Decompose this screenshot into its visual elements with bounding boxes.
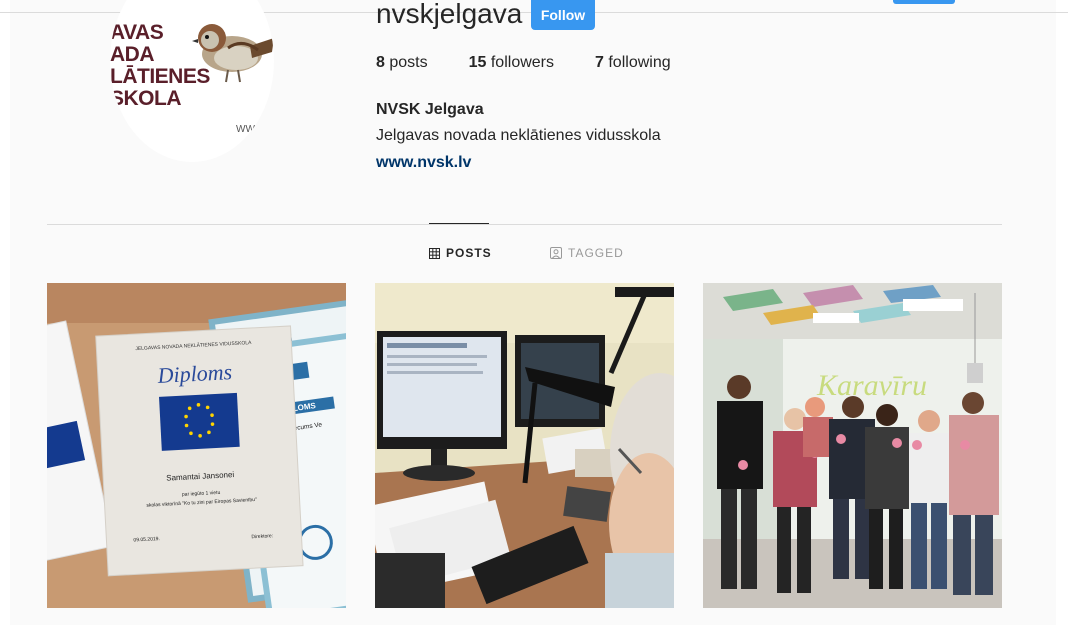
post-image-group: Karavīru [703,283,1002,608]
tab-posts-label: POSTS [446,246,492,260]
following-count[interactable]: 7 following [595,54,671,72]
profile-website-link[interactable]: www.nvsk.lv [376,154,471,172]
post-thumbnail[interactable]: DIPLOMS Megijai Vecums Ve ioms JELGAVAS … [47,283,346,608]
profile-stats: 8 posts 15 followers 7 following [376,54,712,72]
posts-count-label: posts [389,54,428,71]
profile-full-name: NVSK Jelgava [376,101,484,118]
main-diploma-signer: Direktore: [251,533,273,540]
nav-action-button[interactable] [893,0,955,4]
tab-tagged[interactable]: TAGGED [550,246,624,260]
followers-count-label: followers [490,54,554,71]
post-image-diplomas: DIPLOMS Megijai Vecums Ve ioms JELGAVAS … [47,283,346,608]
avatar-text-line: SKOLA [110,87,182,110]
post-image-office [375,283,674,608]
tab-posts[interactable]: POSTS [429,246,492,260]
post-sign-text: Karavīru [816,369,927,402]
grid-icon [429,247,440,259]
follow-button[interactable]: Follow [531,0,595,30]
posts-count-value: 8 [376,54,385,71]
main-diploma-title: Diploms [156,359,233,388]
following-count-value: 7 [595,54,604,71]
active-tab-indicator [429,223,489,224]
posts-count: 8 posts [376,54,428,72]
post-thumbnail[interactable]: Karavīru [703,283,1002,608]
tab-tagged-label: TAGGED [568,246,624,260]
profile-username: nvskjelgava [376,0,523,29]
following-count-label: following [608,54,671,71]
tagged-person-icon [550,247,562,259]
tabs-divider [47,224,1002,225]
followers-count-value: 15 [468,54,487,71]
post-thumbnail[interactable] [375,283,674,608]
followers-count[interactable]: 15 followers [469,54,554,72]
avatar-www-text: WW [236,124,255,135]
profile-bio: Jelgavas novada neklātienes vidusskola [376,127,661,144]
sparrow-illustration [192,24,274,83]
